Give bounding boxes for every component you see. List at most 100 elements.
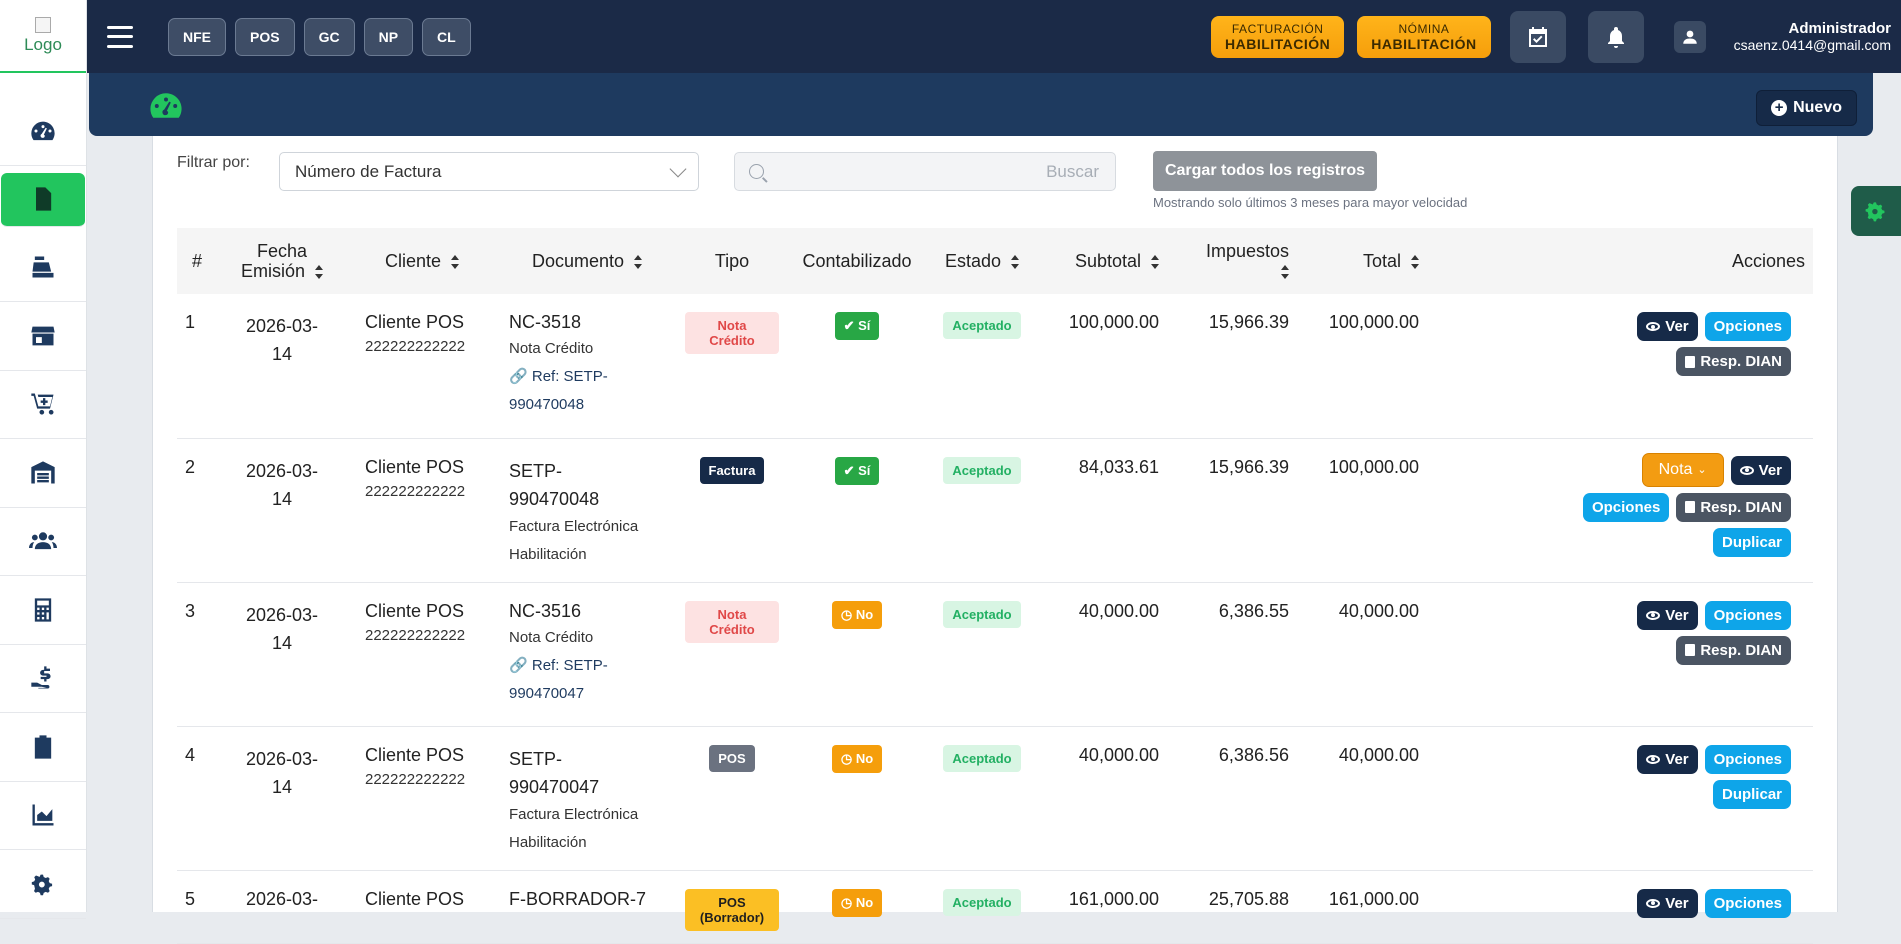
quick-np-button[interactable]: NP bbox=[363, 17, 414, 56]
row-doc-number-line1: SETP- bbox=[509, 748, 563, 769]
search-box bbox=[734, 152, 1116, 191]
options-button[interactable]: Opciones bbox=[1704, 744, 1791, 774]
row-date-line1: 2026-03- bbox=[245, 604, 319, 625]
posted-badge: ◷ No bbox=[831, 600, 883, 629]
file-icon bbox=[1685, 644, 1696, 656]
type-badge: POS bbox=[709, 744, 755, 772]
filter-select[interactable]: Número de Factura bbox=[279, 152, 699, 191]
facturacion-status-button[interactable]: FACTURACIÓN HABILITACIÓN bbox=[1211, 15, 1345, 58]
col-impuestos[interactable]: Impuestos bbox=[1167, 228, 1297, 294]
sidebar-item-calculator[interactable] bbox=[0, 576, 86, 645]
sidebar-item-invoices[interactable] bbox=[1, 172, 85, 227]
eye-icon bbox=[1646, 610, 1661, 620]
col-total[interactable]: Total bbox=[1297, 228, 1427, 294]
sidebar-item-pos[interactable] bbox=[0, 234, 86, 302]
options-button[interactable]: Opciones bbox=[1704, 312, 1791, 341]
menu-toggle-icon[interactable] bbox=[107, 25, 133, 48]
col-fecha[interactable]: Fecha Emisión bbox=[217, 228, 347, 294]
view-button[interactable]: Ver bbox=[1637, 888, 1698, 918]
col-documento[interactable]: Documento bbox=[497, 228, 677, 294]
row-date-line2: 14 bbox=[271, 632, 293, 653]
posted-badge: ✔ Sí bbox=[834, 312, 880, 340]
row-subtotal: 40,000.00 bbox=[1078, 600, 1159, 621]
row-client-nit: 222222222222 bbox=[365, 482, 466, 500]
load-all-button[interactable]: Cargar todos los registros bbox=[1153, 151, 1377, 191]
row-document: F-BORRADOR-7 bbox=[497, 870, 677, 943]
row-date-line2: 14 bbox=[271, 488, 293, 509]
dian-response-button[interactable]: Resp. DIAN bbox=[1676, 635, 1791, 665]
sidebar-item-cart[interactable] bbox=[0, 371, 86, 439]
col-subtotal[interactable]: Subtotal bbox=[1037, 228, 1167, 294]
row-date-line1: 2026-03- bbox=[245, 460, 319, 481]
user-avatar[interactable] bbox=[1673, 20, 1706, 53]
duplicate-button[interactable]: Duplicar bbox=[1712, 527, 1791, 557]
invoice-icon bbox=[36, 187, 52, 211]
status-badge: Aceptado bbox=[943, 600, 1021, 628]
row-date-line2: 14 bbox=[271, 344, 293, 364]
row-posted: ◷ No bbox=[787, 582, 927, 726]
new-button[interactable]: + Nuevo bbox=[1756, 90, 1857, 126]
view-button[interactable]: Ver bbox=[1730, 455, 1791, 485]
quick-gc-button[interactable]: GC bbox=[303, 17, 355, 56]
col-contabilizado: Contabilizado bbox=[802, 250, 912, 271]
eye-icon bbox=[1646, 754, 1661, 764]
row-actions: Nota ⌄ Ver Opciones Resp. DIAN Duplicar bbox=[1427, 438, 1813, 582]
settings-fab[interactable] bbox=[1851, 186, 1901, 236]
eye-icon bbox=[1646, 322, 1661, 331]
row-num: 1 bbox=[185, 312, 196, 332]
row-num: 2 bbox=[185, 456, 196, 477]
row-doc-ref[interactable]: 🔗 Ref: SETP- 990470048 bbox=[509, 363, 669, 419]
file-icon bbox=[1685, 501, 1696, 513]
dian-response-button[interactable]: Resp. DIAN bbox=[1676, 492, 1791, 522]
options-button[interactable]: Opciones bbox=[1704, 600, 1791, 630]
row-client-name: Cliente POS bbox=[365, 312, 465, 332]
broken-image-icon bbox=[35, 16, 51, 33]
row-total: 40,000.00 bbox=[1338, 600, 1419, 621]
sort-icon bbox=[634, 254, 643, 269]
sidebar-item-settings[interactable] bbox=[0, 850, 86, 919]
dian-response-button[interactable]: Resp. DIAN bbox=[1676, 347, 1791, 376]
options-button[interactable]: Opciones bbox=[1704, 888, 1791, 918]
sidebar-item-reports[interactable] bbox=[0, 713, 86, 782]
sidebar-item-dashboard[interactable] bbox=[0, 97, 86, 166]
view-button[interactable]: Ver bbox=[1637, 600, 1698, 630]
search-input[interactable] bbox=[764, 153, 1115, 190]
row-total: 100,000.00 bbox=[1328, 312, 1419, 332]
row-doc-number: NC-3516 bbox=[509, 600, 582, 621]
col-estado[interactable]: Estado bbox=[927, 228, 1037, 294]
row-doc-ref[interactable]: 🔗 Ref: SETP- 990470047 bbox=[509, 652, 669, 708]
eye-icon bbox=[1739, 465, 1754, 475]
duplicate-button[interactable]: Duplicar bbox=[1712, 779, 1791, 809]
gears-icon bbox=[31, 874, 53, 895]
nomina-status-button[interactable]: NÓMINA HABILITACIÓN bbox=[1357, 15, 1491, 58]
calculator-icon bbox=[34, 598, 52, 622]
quick-cl-button[interactable]: CL bbox=[422, 17, 471, 56]
row-num: 5 bbox=[185, 888, 196, 909]
sidebar-item-store[interactable] bbox=[0, 302, 86, 371]
user-info[interactable]: Administrador csaenz.0414@gmail.com bbox=[1734, 20, 1891, 53]
row-type: Factura bbox=[677, 438, 787, 582]
sidebar-item-users[interactable] bbox=[0, 508, 86, 576]
view-button[interactable]: Ver bbox=[1637, 744, 1698, 774]
col-acciones: Acciones bbox=[1731, 250, 1805, 271]
type-badge: Nota Crédito bbox=[685, 600, 779, 643]
notifications-button[interactable] bbox=[1587, 10, 1644, 63]
calendar-button[interactable] bbox=[1509, 10, 1566, 63]
status-badge: Aceptado bbox=[943, 888, 1021, 916]
logo[interactable]: Logo bbox=[0, 0, 86, 73]
note-dropdown-button[interactable]: Nota ⌄ bbox=[1641, 452, 1724, 487]
sidebar-item-warehouse[interactable] bbox=[0, 439, 86, 508]
filter-label: Filtrar por: bbox=[177, 154, 250, 171]
row-date: 2026-03- 14 bbox=[217, 582, 347, 726]
view-button[interactable]: Ver bbox=[1637, 312, 1698, 341]
col-estado-label: Estado bbox=[944, 250, 1002, 271]
col-cliente[interactable]: Cliente bbox=[347, 228, 497, 294]
quick-nfe-button[interactable]: NFE bbox=[168, 17, 226, 56]
sidebar-item-payments[interactable] bbox=[0, 645, 86, 713]
chevron-down-icon: ⌄ bbox=[1697, 464, 1707, 476]
sidebar-item-charts[interactable] bbox=[0, 782, 86, 850]
options-button[interactable]: Opciones bbox=[1582, 492, 1670, 522]
row-num: 3 bbox=[185, 600, 196, 621]
row-client-name: Cliente POS bbox=[365, 456, 465, 477]
quick-pos-button[interactable]: POS bbox=[235, 17, 295, 56]
